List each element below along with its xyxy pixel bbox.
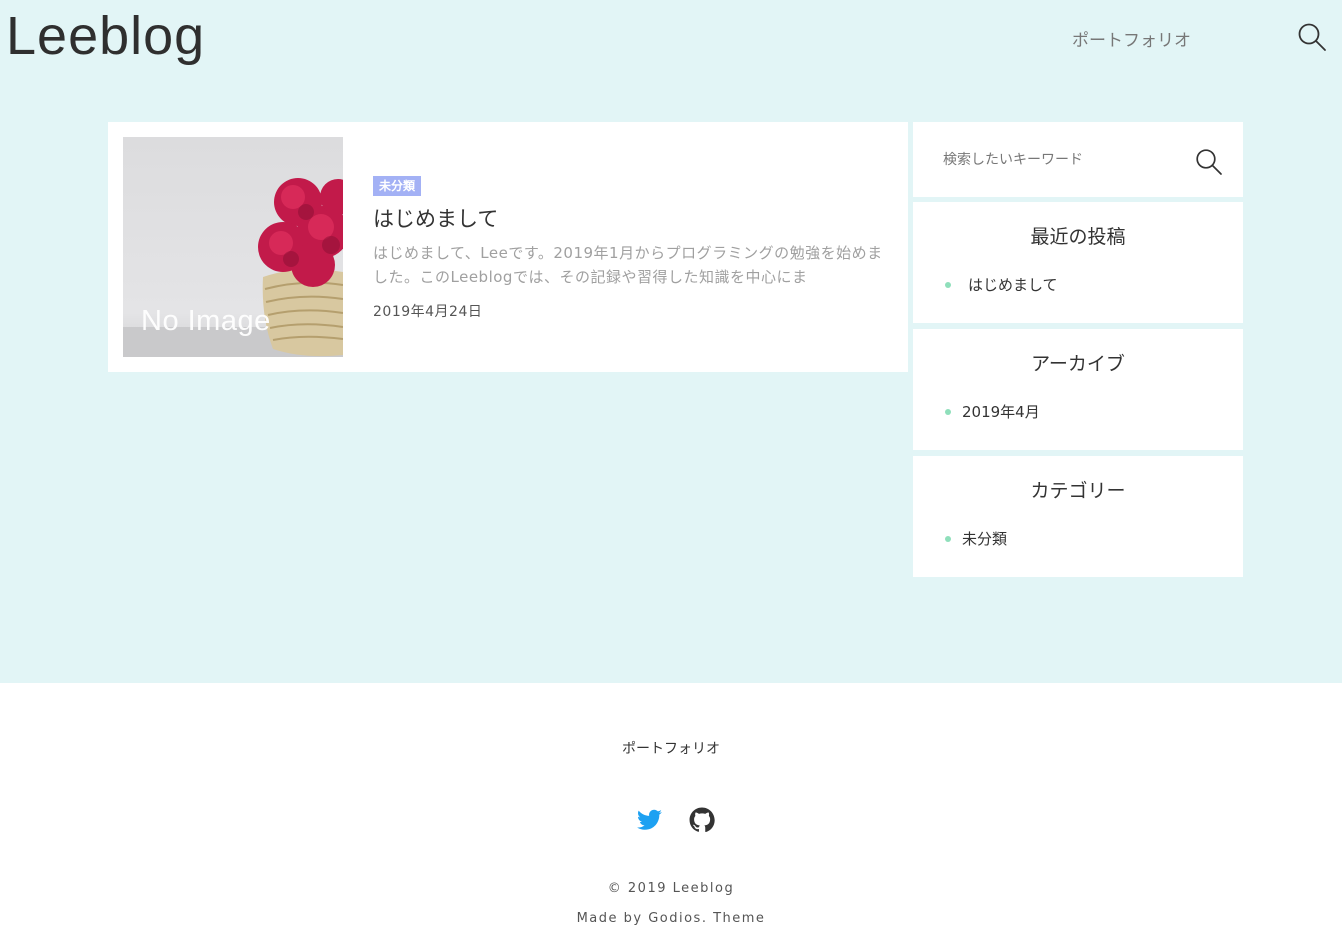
archive-link[interactable]: 2019年4月 bbox=[962, 401, 1040, 422]
bullet-icon bbox=[945, 408, 951, 415]
footer-nav: ポートフォリオ bbox=[0, 738, 1342, 758]
search-icon[interactable] bbox=[1297, 22, 1327, 52]
category-link[interactable]: 未分類 bbox=[962, 528, 1007, 549]
copyright: © 2019 Leeblog bbox=[607, 881, 735, 896]
widget-title: カテゴリー bbox=[1030, 480, 1126, 502]
post-excerpt: はじめまして、Leeです。2019年1月からプログラミングの勉強を始めました。こ… bbox=[373, 244, 883, 286]
post-date: 2019年4月24日 bbox=[373, 304, 483, 320]
widget-title: アーカイブ bbox=[1031, 353, 1125, 375]
twitter-icon[interactable] bbox=[636, 807, 663, 834]
site-title[interactable]: Leeblog bbox=[6, 4, 205, 69]
bullet-icon bbox=[945, 535, 951, 542]
category-widget: カテゴリー 未分類 bbox=[913, 456, 1243, 577]
recent-post-link[interactable]: はじめまして bbox=[968, 274, 1058, 295]
widget-title: 最近の投稿 bbox=[1030, 226, 1126, 248]
post-thumbnail[interactable]: No Image bbox=[123, 137, 343, 357]
category-badge[interactable]: 未分類 bbox=[373, 176, 422, 196]
search-icon[interactable] bbox=[1195, 148, 1223, 176]
list-item[interactable]: 未分類 bbox=[945, 528, 1007, 549]
post-body: 未分類 はじめまして はじめまして、Leeです。2019年1月からプログラミング… bbox=[373, 175, 893, 321]
social-links bbox=[636, 807, 716, 835]
header-nav-portfolio[interactable]: ポートフォリオ bbox=[1072, 26, 1191, 51]
search-input[interactable] bbox=[943, 148, 1183, 172]
search-widget bbox=[913, 122, 1243, 197]
post-card[interactable]: No Image 未分類 はじめまして はじめまして、Leeです。2019年1月… bbox=[108, 122, 908, 372]
list-item[interactable]: はじめまして bbox=[945, 274, 1058, 295]
list-item[interactable]: 2019年4月 bbox=[945, 401, 1040, 422]
footer-nav-portfolio[interactable]: ポートフォリオ bbox=[622, 741, 720, 757]
theme-credit[interactable]: Made by Godios. Theme bbox=[0, 911, 1342, 926]
post-title[interactable]: はじめまして bbox=[373, 205, 893, 233]
recent-posts-widget: 最近の投稿 はじめまして bbox=[913, 202, 1243, 323]
github-icon[interactable] bbox=[689, 807, 715, 833]
bullet-icon bbox=[945, 281, 951, 288]
archive-widget: アーカイブ 2019年4月 bbox=[913, 329, 1243, 450]
no-image-label: No Image bbox=[141, 305, 271, 337]
